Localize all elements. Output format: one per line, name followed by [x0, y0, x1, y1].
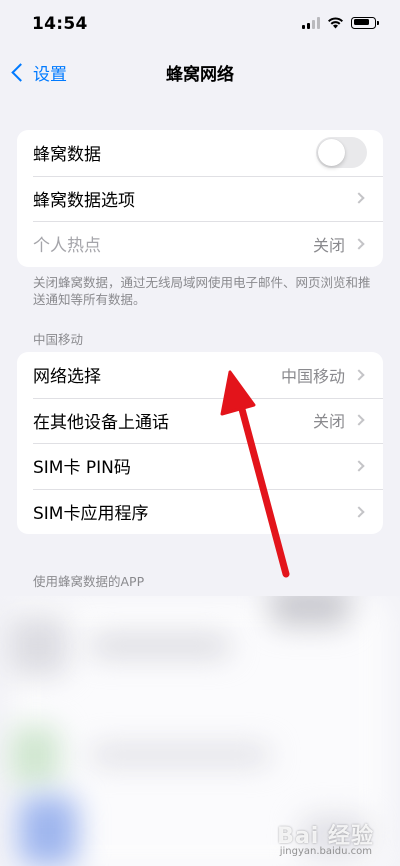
carrier-section-header: 中国移动 — [33, 332, 84, 347]
chevron-right-icon — [353, 192, 365, 205]
nav-bar: 设置 蜂窝网络 — [0, 50, 400, 94]
page-title: 蜂窝网络 — [166, 65, 234, 85]
cellular-data-options-row[interactable]: 蜂窝数据选项 — [17, 175, 383, 222]
chevron-right-icon — [353, 505, 365, 518]
calls-on-other-devices-value: 关闭 — [312, 412, 345, 432]
cellular-data-group: 蜂窝数据 蜂窝数据选项 个人热点 关闭 — [17, 130, 383, 267]
network-selection-value: 中国移动 — [280, 366, 345, 386]
network-selection-row[interactable]: 网络选择 中国移动 — [17, 352, 383, 398]
baidu-watermark-url: jingyan.baidu.com — [279, 846, 372, 857]
status-bar: 14:54 — [0, 0, 400, 50]
cellular-data-label: 蜂窝数据 — [33, 145, 101, 166]
cellular-data-row: 蜂窝数据 — [17, 130, 383, 176]
personal-hotspot-row[interactable]: 个人热点 关闭 — [17, 221, 383, 267]
status-time: 14:54 — [32, 14, 88, 34]
chevron-right-icon — [353, 369, 365, 381]
network-selection-label: 网络选择 — [33, 367, 101, 388]
carrier-group: 网络选择 中国移动 在其他设备上通话 关闭 SIM卡 PIN码 SIM卡应用程序 — [17, 352, 383, 535]
cellular-signal-icon — [302, 16, 320, 29]
chevron-right-icon — [353, 238, 365, 250]
chevron-right-icon — [353, 460, 365, 472]
battery-icon — [351, 16, 379, 29]
apps-section-header: 使用蜂窝数据的APP — [33, 574, 145, 589]
cellular-data-options-label: 蜂窝数据选项 — [33, 190, 135, 211]
personal-hotspot-label: 个人热点 — [33, 236, 101, 257]
sim-applications-row[interactable]: SIM卡应用程序 — [17, 488, 383, 535]
toggle-knob — [318, 139, 345, 167]
calls-on-other-devices-label: 在其他设备上通话 — [33, 412, 169, 433]
status-icons — [302, 16, 379, 29]
sim-pin-label: SIM卡 PIN码 — [33, 458, 131, 479]
personal-hotspot-value: 关闭 — [312, 235, 345, 255]
wifi-icon — [328, 17, 343, 29]
cellular-data-footer-note: 关闭蜂窝数据，通过无线局域网使用电子邮件、网页浏览和推送通知等所有数据。 — [33, 275, 371, 307]
cellular-data-toggle[interactable] — [316, 137, 367, 169]
chevron-right-icon — [353, 414, 365, 427]
screen: 14:54 设置 蜂窝网络 蜂窝数据 蜂窝数据选项 个人热点 关闭 关闭蜂窝数据… — [0, 0, 400, 866]
calls-on-other-devices-row[interactable]: 在其他设备上通话 关闭 — [17, 397, 383, 444]
sim-applications-label: SIM卡应用程序 — [33, 504, 149, 525]
sim-pin-row[interactable]: SIM卡 PIN码 — [17, 443, 383, 489]
